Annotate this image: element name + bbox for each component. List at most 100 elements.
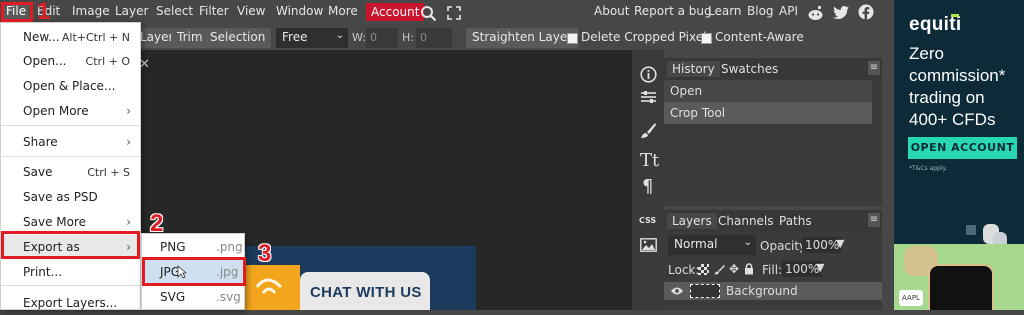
tab-paths[interactable]: Paths	[774, 213, 817, 229]
twitter-icon[interactable]	[833, 5, 850, 20]
ad-headline-line: 400+ CFDs	[909, 110, 996, 129]
facebook-icon[interactable]	[858, 4, 874, 20]
history-item[interactable]: Crop Tool	[664, 102, 872, 124]
lock-move-icon[interactable]: ✥	[729, 262, 739, 276]
height-label: H:	[402, 31, 414, 44]
fullscreen-icon[interactable]	[447, 6, 461, 20]
file-menu-item-label: Open More	[23, 104, 89, 118]
file-menu-item-label: Open & Place...	[23, 79, 116, 93]
opacity-dropdown-icon[interactable]: ▼	[836, 237, 844, 250]
css-icon[interactable]: CSS	[639, 216, 656, 225]
image-icon[interactable]	[640, 238, 657, 252]
menu-icon[interactable]: ≡	[868, 213, 880, 227]
annotation-number: 1	[37, 0, 51, 25]
layer-row-background[interactable]: Background	[664, 282, 882, 300]
fill-label: Fill:	[762, 263, 783, 277]
chevron-right-icon: ›	[126, 104, 131, 118]
menu-image[interactable]: Image	[72, 4, 110, 18]
tab-channels[interactable]: Channels	[713, 213, 779, 229]
blend-mode-select[interactable]: Normal ⌄	[668, 235, 756, 255]
content-aware-checkbox[interactable]	[701, 33, 712, 44]
file-menu-item-shortcut: Ctrl + O	[85, 55, 130, 68]
annotation-box-export	[1, 231, 140, 259]
ad-open-account-button[interactable]: OPEN ACCOUNT	[908, 137, 1017, 159]
file-menu-open-place[interactable]: Open & Place...	[1, 74, 140, 98]
straighten-layer-button[interactable]: Straighten Layer	[466, 28, 579, 48]
ad-logo-accent	[951, 14, 959, 17]
layer-name: Background	[726, 284, 798, 298]
link-api[interactable]: API	[779, 4, 798, 18]
file-menu-item-label: Print...	[23, 265, 63, 279]
file-menu-share[interactable]: Share ›	[1, 130, 140, 154]
reddit-icon[interactable]	[807, 5, 824, 21]
menu-filter[interactable]: Filter	[199, 4, 229, 18]
link-blog[interactable]: Blog	[747, 4, 774, 18]
file-menu-save-psd[interactable]: Save as PSD	[1, 185, 140, 209]
sliders-icon[interactable]	[640, 90, 657, 104]
tab-history[interactable]: History	[667, 61, 720, 77]
menu-divider	[1, 156, 140, 157]
file-menu-new[interactable]: New... Alt+Ctrl + N	[1, 25, 140, 49]
link-report-bug[interactable]: Report a bug	[634, 4, 712, 18]
delete-cropped-checkbox[interactable]	[567, 33, 578, 44]
selection-button[interactable]: Selection	[204, 28, 272, 48]
text-icon[interactable]: Tt	[640, 150, 659, 171]
canvas-image-chat-text: CHAT WITH US	[300, 272, 430, 310]
ad-decoration	[966, 225, 976, 235]
tab-swatches[interactable]: Swatches	[716, 61, 783, 77]
menu-window[interactable]: Window	[276, 4, 323, 18]
brush-icon[interactable]	[640, 122, 657, 139]
width-field[interactable]: 0	[366, 28, 398, 48]
search-icon[interactable]	[420, 5, 437, 22]
chevron-right-icon: ›	[126, 135, 131, 149]
chevron-right-icon: ›	[126, 215, 131, 229]
ratio-select[interactable]: Free ⌄	[276, 28, 348, 48]
file-menu-open-more[interactable]: Open More ›	[1, 99, 140, 123]
ad-ticker-badge: AAPL	[899, 290, 923, 306]
info-icon[interactable]	[640, 66, 657, 83]
eye-icon[interactable]	[670, 286, 684, 296]
link-learn[interactable]: Learn	[708, 4, 742, 18]
menu-divider	[1, 125, 140, 126]
export-png[interactable]: PNG .png	[142, 235, 244, 259]
file-menu-item-shortcut: Ctrl + S	[87, 166, 130, 179]
menu-more[interactable]: More	[328, 4, 358, 18]
history-item[interactable]: Open	[664, 80, 872, 102]
file-menu-item-shortcut: Alt+Ctrl + N	[61, 31, 130, 44]
annotation-box-file	[1, 2, 33, 22]
tools-column: Tt ¶ CSS	[632, 50, 664, 310]
phone-icon	[255, 278, 283, 294]
lock-transparency-icon[interactable]	[698, 264, 709, 275]
trim-button[interactable]: Trim	[171, 28, 209, 48]
file-menu-open[interactable]: Open... Ctrl + O	[1, 49, 140, 73]
menu-layer[interactable]: Layer	[115, 4, 148, 18]
canvas-image-phone-badge	[243, 265, 300, 310]
file-menu-export-layers[interactable]: Export Layers...	[1, 291, 140, 315]
export-format-label: SVG	[160, 290, 186, 304]
height-field[interactable]: 0	[416, 28, 452, 48]
chevron-down-icon: ⌄	[743, 237, 752, 248]
file-menu-print[interactable]: Print...	[1, 260, 140, 284]
lock-icon[interactable]	[744, 263, 754, 275]
ad-brand-logo: equiti	[909, 14, 962, 35]
file-menu-item-label: Save	[23, 165, 53, 179]
lock-label: Lock:	[668, 263, 700, 277]
file-menu-item-label: New...	[23, 30, 60, 44]
menu-view[interactable]: View	[237, 4, 265, 18]
chevron-down-icon: ⌄	[335, 30, 344, 41]
lock-paint-icon[interactable]	[714, 264, 725, 275]
link-about[interactable]: About	[594, 4, 629, 18]
fill-dropdown-icon[interactable]: ▼	[816, 261, 824, 274]
delete-cropped-label: Delete Cropped Pixels	[581, 30, 713, 44]
file-menu-save[interactable]: Save Ctrl + S	[1, 160, 140, 184]
tab-layers[interactable]: Layers	[667, 213, 717, 229]
menu-select[interactable]: Select	[156, 4, 193, 18]
export-svg[interactable]: SVG .svg	[142, 285, 244, 309]
file-menu-item-label: Save More	[23, 215, 87, 229]
paragraph-icon[interactable]: ¶	[642, 176, 653, 197]
annotation-number: 3	[258, 240, 272, 267]
account-button[interactable]: Account	[366, 3, 425, 21]
menu-icon[interactable]: ≡	[868, 61, 880, 75]
export-format-ext: .svg	[216, 290, 241, 304]
file-menu-item-label: Share	[23, 135, 58, 149]
